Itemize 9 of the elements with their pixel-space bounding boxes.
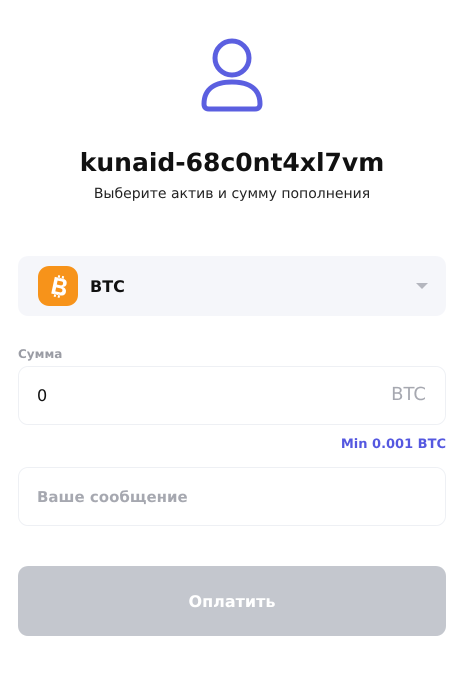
message-field[interactable]: Ваше сообщение [18,467,446,526]
subtitle: Выберите актив и сумму пополнения [94,185,370,204]
minimum-hint: Min 0.001 BTC [340,437,446,453]
asset-select[interactable]: BTC [18,256,446,316]
field-label: Сумма [18,346,64,362]
bitcoin-icon [38,266,78,306]
unit-label: BTC [391,384,426,405]
caret-icon [416,283,428,289]
username-title: kunaid-68c0nt4xl7vm [80,148,384,178]
